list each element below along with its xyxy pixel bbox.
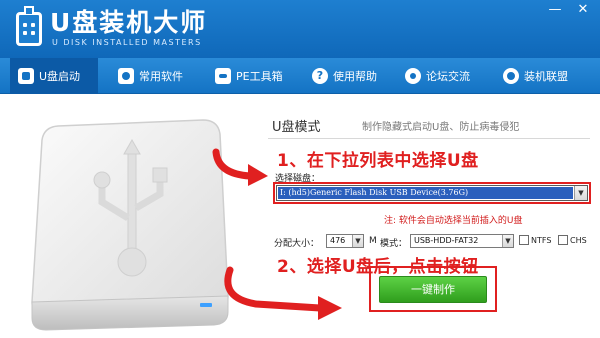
- boot-mode-select[interactable]: USB-HDD-FAT32 ▼: [410, 234, 514, 248]
- usb-logo-icon: [16, 6, 42, 46]
- nav-item-forum[interactable]: 论坛交流: [405, 58, 470, 94]
- nav-item-u-disk-boot[interactable]: U盘启动: [10, 58, 98, 94]
- nav-item-label: 论坛交流: [426, 70, 470, 83]
- main-nav: U盘启动 常用软件 PE工具箱 ? 使用帮助 论坛交流 装机联盟: [0, 58, 600, 94]
- mode-label: 模式：: [380, 239, 408, 249]
- ntfs-checkbox[interactable]: [519, 235, 529, 245]
- usb-icon: [18, 68, 34, 84]
- usb-drive-illustration: [31, 119, 229, 331]
- nav-item-label: 使用帮助: [333, 70, 377, 83]
- users-icon: [503, 68, 519, 84]
- disk-select-dropdown[interactable]: I: (hd5)Generic Flash Disk USB Device(3.…: [276, 185, 588, 201]
- alloc-size-label: 分配大小：: [274, 239, 320, 249]
- one-click-make-button[interactable]: 一键制作: [379, 276, 487, 303]
- step-one-instruction: 1、在下拉列表中选择U盘: [277, 151, 479, 171]
- chevron-down-icon[interactable]: ▼: [574, 186, 587, 200]
- mode-description: 制作隐藏式启动U盘、防止病毒侵犯: [362, 122, 520, 133]
- nav-item-pe-toolbox[interactable]: PE工具箱: [215, 58, 283, 94]
- toolbox-icon: [215, 68, 231, 84]
- chevron-down-icon[interactable]: ▼: [352, 235, 363, 247]
- gear-icon: [118, 68, 134, 84]
- selected-disk-value: I: (hd5)Generic Flash Disk USB Device(3.…: [278, 187, 573, 199]
- help-icon: ?: [312, 68, 328, 84]
- title-bar: U盘装机大师 U DISK INSTALLED MASTERS — ✕: [0, 0, 600, 58]
- app-title: U盘装机大师: [50, 8, 208, 37]
- nav-item-common-software[interactable]: 常用软件: [118, 58, 183, 94]
- alloc-size-value: 476: [330, 236, 346, 245]
- chs-label: CHS: [570, 236, 587, 245]
- nav-item-label: 常用软件: [139, 70, 183, 83]
- main-panel: U盘模式 制作隐藏式启动U盘、防止病毒侵犯 1、在下拉列表中选择U盘 选择磁盘：…: [0, 94, 600, 338]
- nav-item-label: PE工具箱: [236, 70, 283, 83]
- nav-item-label: 装机联盟: [524, 70, 568, 83]
- chevron-down-icon[interactable]: ▼: [502, 235, 513, 247]
- minimize-button[interactable]: —: [542, 0, 568, 22]
- nav-item-alliance[interactable]: 装机联盟: [503, 58, 568, 94]
- red-arrow-icon: [212, 148, 268, 186]
- alloc-unit-label: M: [369, 236, 377, 246]
- chat-icon: [405, 68, 421, 84]
- nav-item-help[interactable]: ? 使用帮助: [312, 58, 377, 94]
- mode-title: U盘模式: [272, 120, 321, 135]
- close-button[interactable]: ✕: [570, 0, 596, 22]
- ntfs-label: NTFS: [531, 236, 552, 245]
- chs-checkbox[interactable]: [558, 235, 568, 245]
- boot-mode-value: USB-HDD-FAT32: [414, 236, 479, 245]
- nav-item-label: U盘启动: [39, 70, 81, 83]
- alloc-size-select[interactable]: 476 ▼: [326, 234, 364, 248]
- app-subtitle: U DISK INSTALLED MASTERS: [52, 38, 202, 47]
- divider: [268, 138, 590, 139]
- auto-select-note: 注: 软件会自动选择当前插入的U盘: [384, 216, 523, 226]
